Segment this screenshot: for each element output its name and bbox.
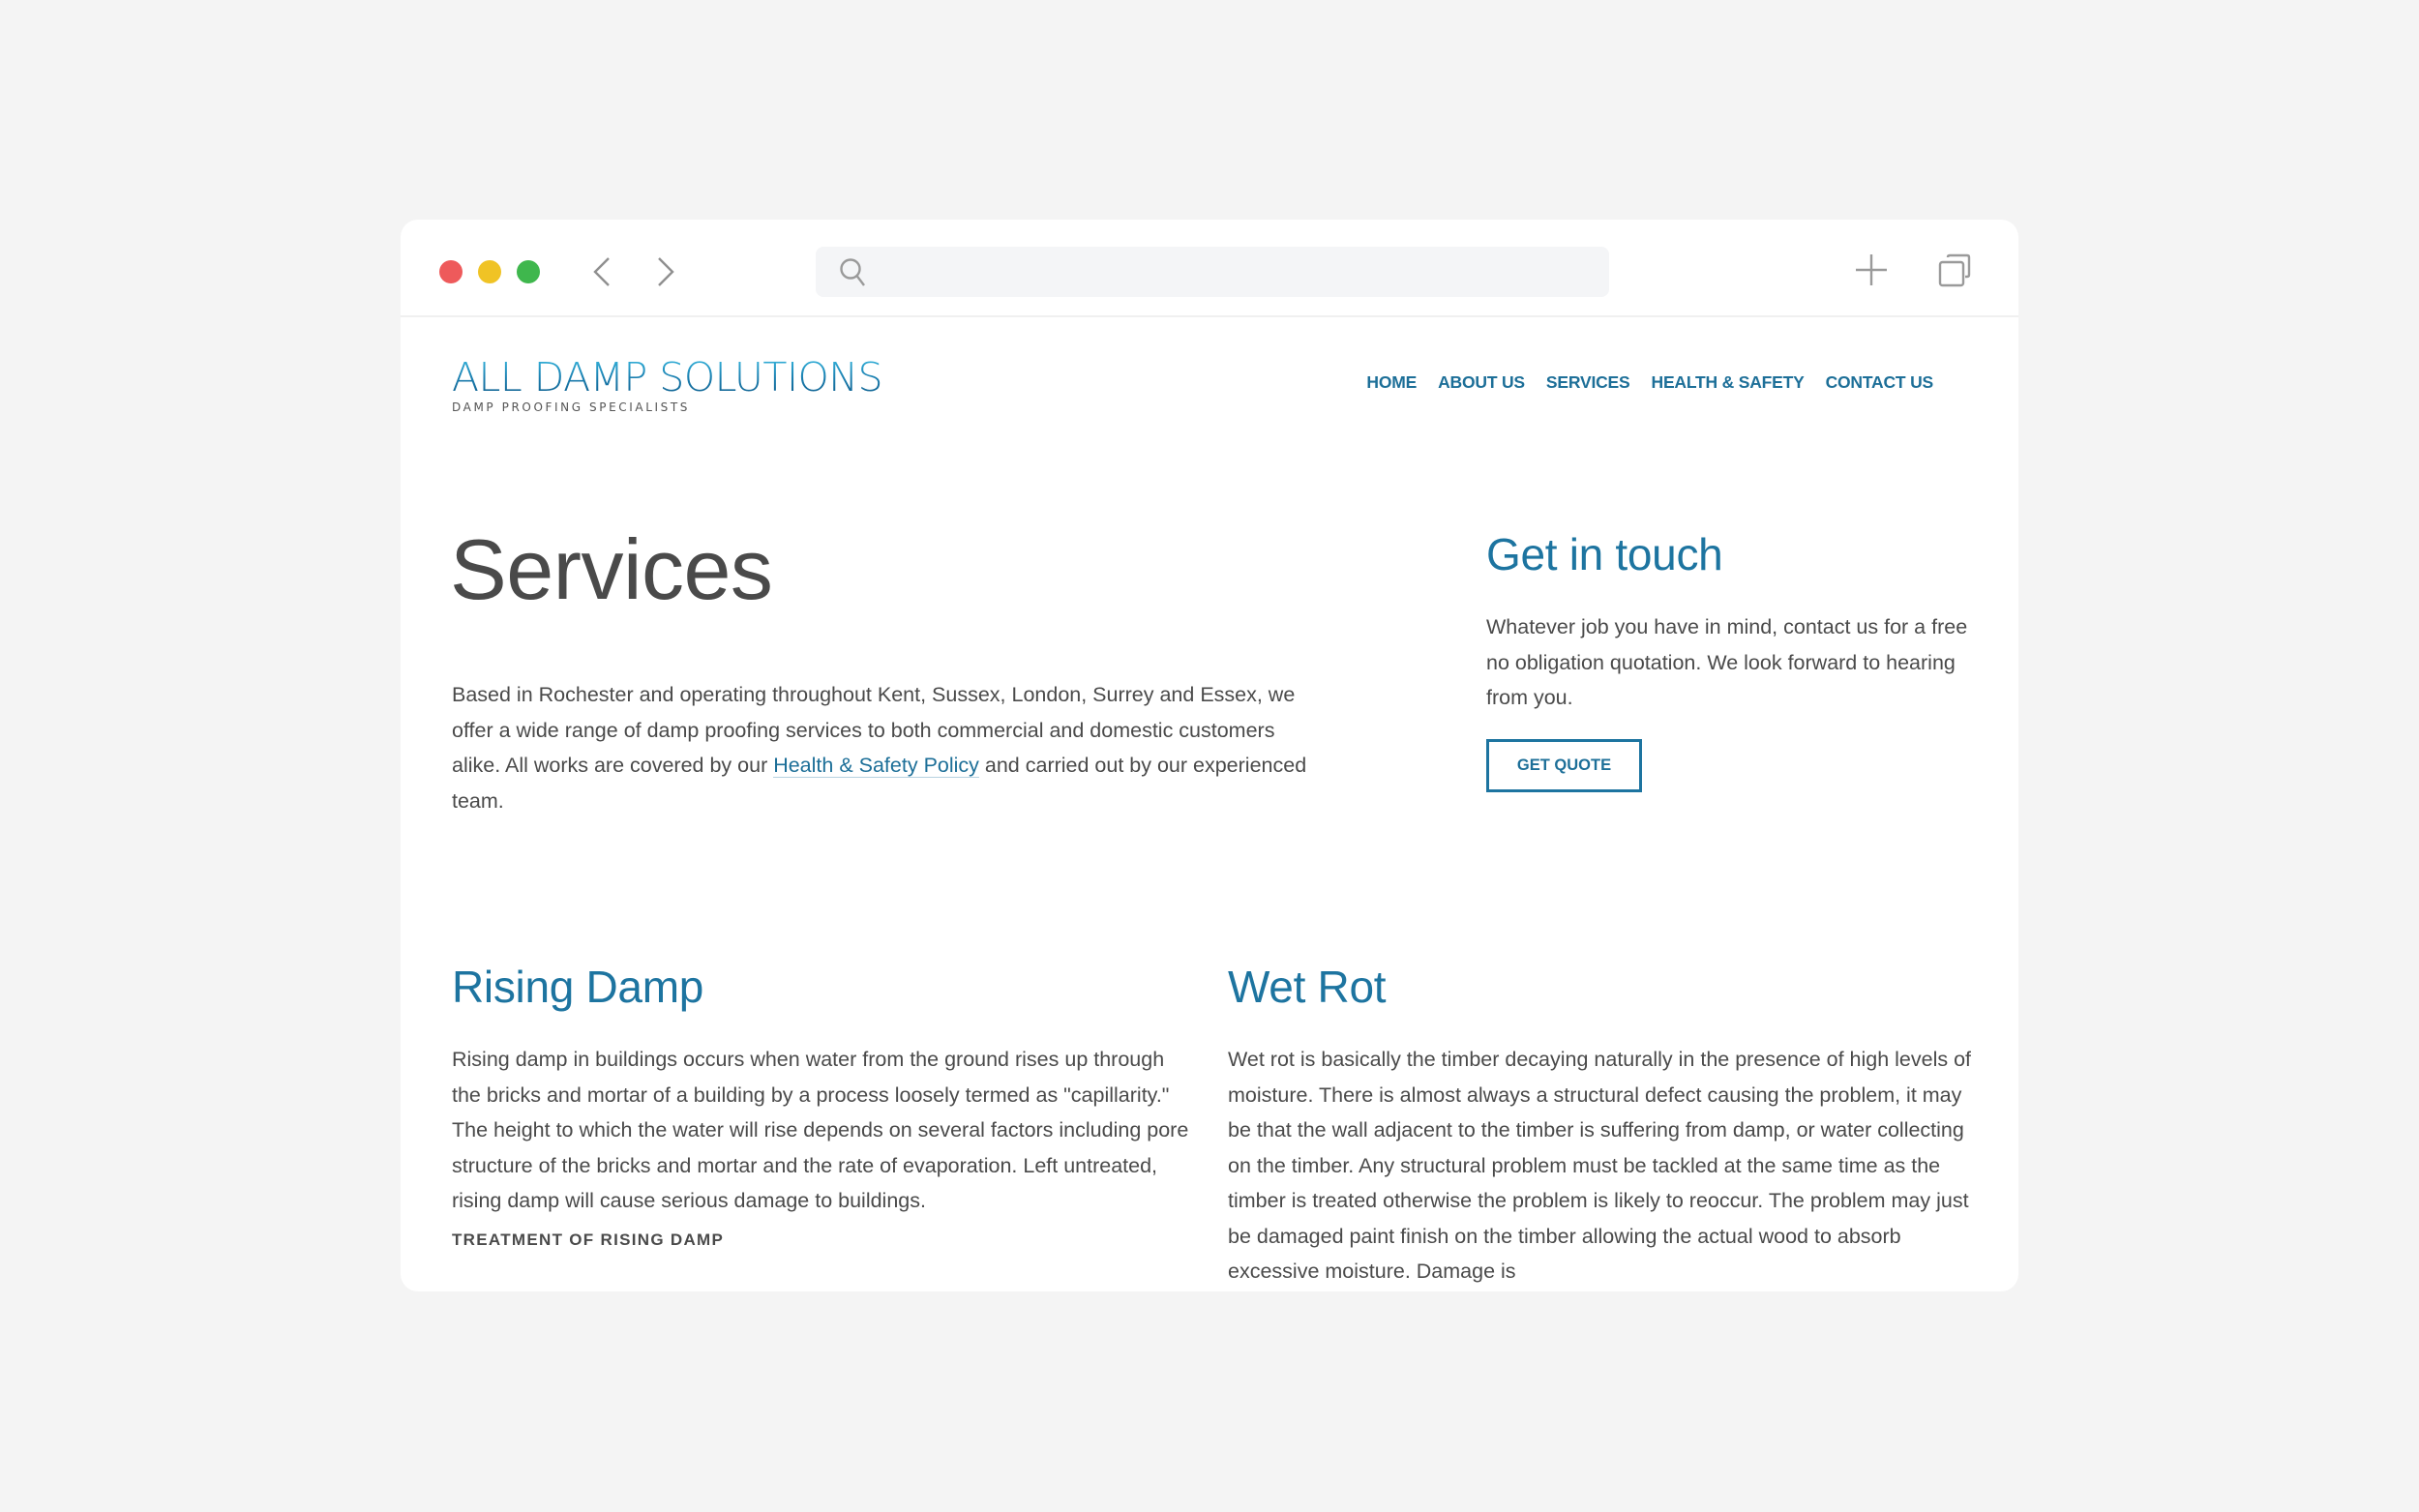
copy-icon xyxy=(1938,253,1971,287)
logo-tagline: DAMP PROOFING SPECIALISTS xyxy=(452,400,690,414)
web-page: ALL DAMP SOLUTIONS DAMP PROOFING SPECIAL… xyxy=(401,319,2018,1291)
logo-title: ALL DAMP SOLUTIONS xyxy=(452,354,883,400)
address-input[interactable] xyxy=(883,247,1590,297)
service-subheading: TREATMENT OF RISING DAMP xyxy=(452,1230,725,1249)
nav-services[interactable]: SERVICES xyxy=(1546,372,1630,393)
service-description: Rising damp in buildings occurs when wat… xyxy=(452,1048,1189,1212)
intro-paragraph: Based in Rochester and operating through… xyxy=(452,677,1323,818)
address-bar[interactable] xyxy=(816,247,1609,297)
get-in-touch-panel: Get in touch Whatever job you have in mi… xyxy=(1486,532,1989,792)
get-in-touch-heading: Get in touch xyxy=(1486,529,1723,579)
service-rising-damp: Rising Damp Rising damp in buildings occ… xyxy=(452,964,1197,1250)
browser-toolbar xyxy=(401,220,2018,317)
health-safety-policy-link[interactable]: Health & Safety Policy xyxy=(773,754,979,778)
service-title: Rising Damp xyxy=(452,962,704,1012)
service-description: Wet rot is basically the timber decaying… xyxy=(1228,1048,1972,1283)
nav-health-safety[interactable]: HEALTH & SAFETY xyxy=(1652,372,1805,393)
page-title: Services xyxy=(450,521,773,617)
back-button[interactable] xyxy=(587,254,616,289)
nav-contact-us[interactable]: CONTACT US xyxy=(1826,372,1934,393)
forward-button[interactable] xyxy=(651,254,680,289)
search-icon xyxy=(840,258,865,286)
main-nav: HOME ABOUT US SERVICES HEALTH & SAFETY C… xyxy=(1366,372,1933,393)
site-logo[interactable]: ALL DAMP SOLUTIONS DAMP PROOFING SPECIAL… xyxy=(452,354,883,415)
show-tabs-button[interactable] xyxy=(1933,249,1976,291)
minimize-window-button[interactable] xyxy=(478,260,501,283)
get-in-touch-text: Whatever job you have in mind, contact u… xyxy=(1486,615,1968,709)
chevron-left-icon xyxy=(593,257,610,286)
service-title: Wet Rot xyxy=(1228,962,1387,1012)
nav-home[interactable]: HOME xyxy=(1366,372,1417,393)
maximize-window-button[interactable] xyxy=(517,260,540,283)
browser-window: ALL DAMP SOLUTIONS DAMP PROOFING SPECIAL… xyxy=(401,220,2018,1291)
close-window-button[interactable] xyxy=(439,260,463,283)
service-wet-rot: Wet Rot Wet rot is basically the timber … xyxy=(1228,964,1973,1290)
plus-icon xyxy=(1856,254,1887,285)
new-tab-button[interactable] xyxy=(1850,249,1893,291)
nav-about-us[interactable]: ABOUT US xyxy=(1438,372,1525,393)
chevron-right-icon xyxy=(658,257,674,286)
get-quote-button[interactable]: GET QUOTE xyxy=(1486,738,1642,792)
